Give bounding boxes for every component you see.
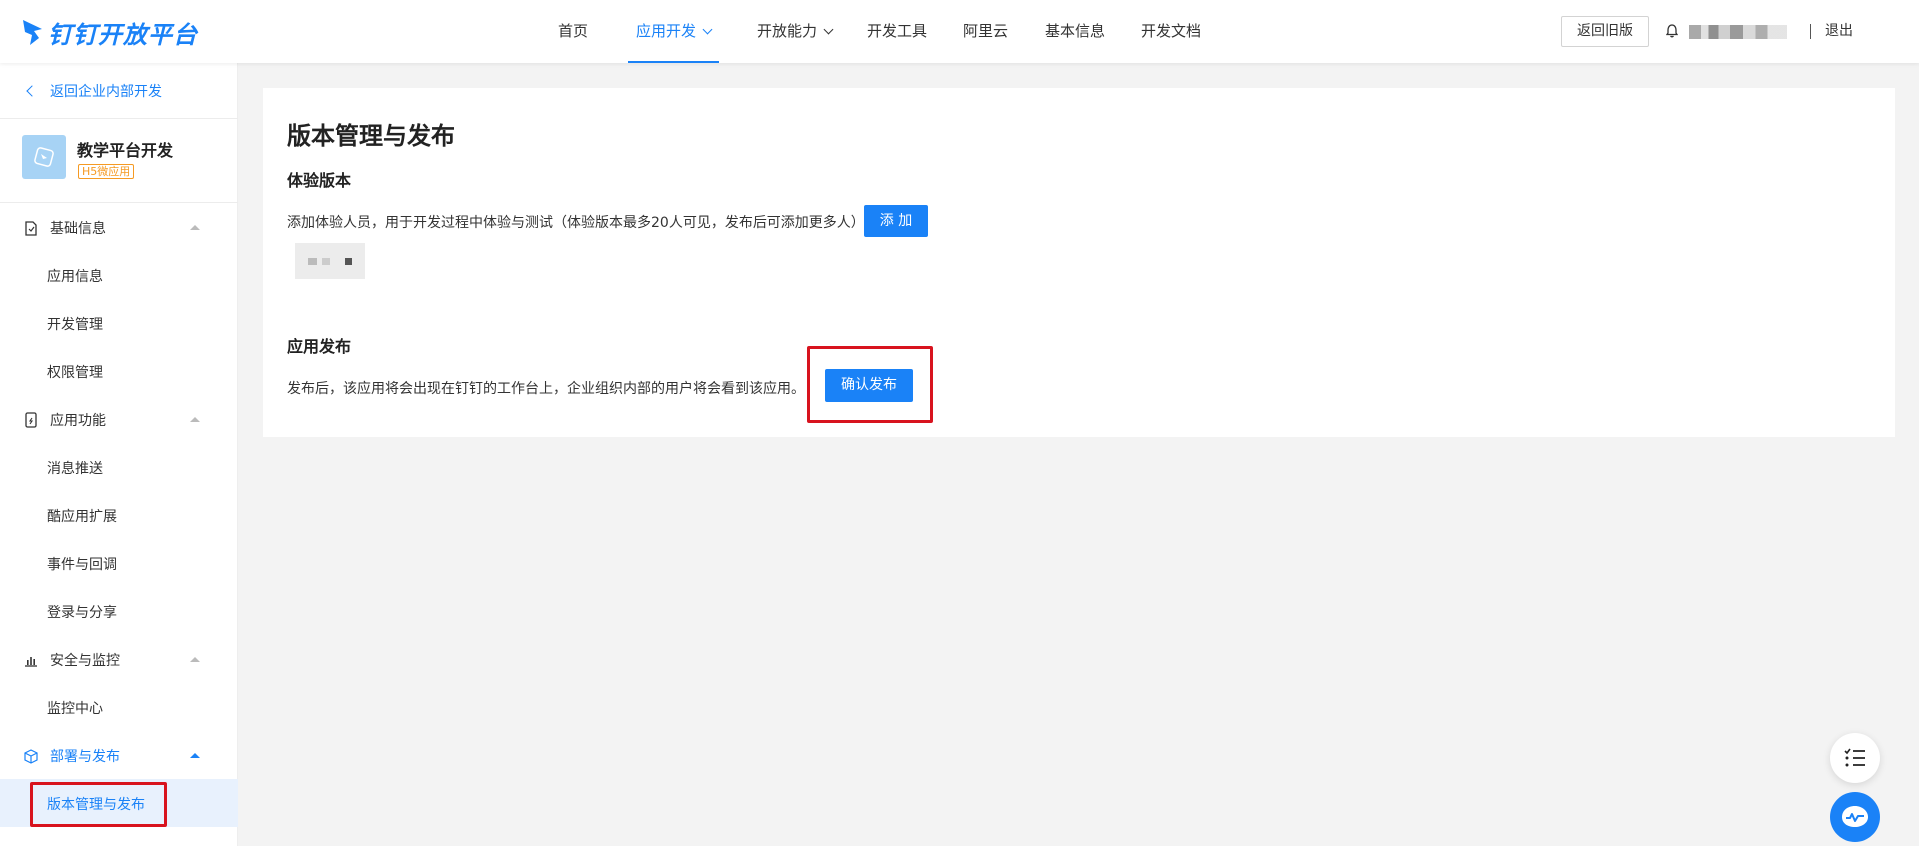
chevron-down-icon [823,24,834,35]
caret-up-icon [190,417,200,422]
sidebar-item-events-callbacks[interactable]: 事件与回调 [47,554,117,574]
caret-up-icon [190,657,200,662]
cube-icon [24,748,38,764]
sidebar-item-monitoring-center[interactable]: 监控中心 [47,698,103,718]
trial-version-description: 添加体验人员，用于开发过程中体验与测试（体验版本最多20人可见，发布后可添加更多… [287,215,865,231]
caret-up-icon [190,225,200,230]
bell-icon[interactable] [1665,23,1679,42]
divider [0,118,238,119]
sidebar-item-message-push[interactable]: 消息推送 [47,458,103,478]
sidebar-item-cool-app-extension[interactable]: 酷应用扩展 [47,506,117,526]
nav-dev-tools[interactable]: 开发工具 [867,0,927,63]
nav-aliyun[interactable]: 阿里云 [963,0,1008,63]
sidebar-item-dev-management[interactable]: 开发管理 [47,314,103,334]
page-title: 版本管理与发布 [287,122,455,150]
add-tester-button[interactable]: 添 加 [864,205,928,237]
app-type-badge: H5微应用 [78,164,135,179]
chevron-down-icon [702,24,713,35]
app-avatar [22,135,66,179]
nav-app-dev[interactable]: 应用开发 [627,0,720,63]
app-publish-heading: 应用发布 [287,337,352,356]
nav-home[interactable]: 首页 [558,0,588,63]
document-icon [25,220,37,236]
assistant-chat-button[interactable] [1830,792,1880,842]
sidebar-section-security-monitoring[interactable]: 安全与监控 [24,650,204,670]
back-to-old-version-button[interactable]: 返回旧版 [1561,16,1649,47]
nav-open-capability[interactable]: 开放能力 [757,0,834,63]
phone-icon [25,412,37,428]
list-menu-button[interactable] [1830,733,1880,783]
app-name: 教学平台开发 [77,141,174,160]
sidebar-section-deploy-publish[interactable]: 部署与发布 [24,746,204,766]
sidebar: 返回企业内部开发 教学平台开发 H5微应用 基础信息 应用信息 开发管理 权限管… [0,63,238,846]
trial-version-heading: 体验版本 [287,171,352,190]
tester-avatar-blurred[interactable] [295,243,365,279]
sidebar-section-app-features[interactable]: 应用功能 [24,410,204,430]
sidebar-item-permission-management[interactable]: 权限管理 [47,362,103,382]
app-publish-description: 发布后，该应用将会出现在钉钉的工作台上，企业组织内部的用户将会看到该应用。 [287,381,805,397]
nav-dev-docs[interactable]: 开发文档 [1141,0,1201,63]
nav-basic-info[interactable]: 基本信息 [1045,0,1105,63]
chat-bot-icon [1842,806,1868,827]
top-header: 钉钉开放平台 首页 应用开发 开放能力 开发工具 阿里云 基本信息 开发文档 返… [0,0,1919,63]
sidebar-item-app-info[interactable]: 应用信息 [47,266,103,286]
logout-link[interactable]: 退出 [1825,0,1853,63]
user-name-blurred[interactable] [1689,25,1787,39]
caret-up-icon [190,753,200,758]
sidebar-section-basic-info[interactable]: 基础信息 [24,218,204,238]
chevron-left-icon [26,85,38,97]
bar-chart-icon [25,657,37,667]
divider [1810,24,1811,39]
back-to-internal-dev-link[interactable]: 返回企业内部开发 [26,81,162,101]
list-icon [1844,748,1865,767]
highlight-box [807,346,933,423]
highlight-box [30,782,167,827]
divider [0,202,238,203]
sidebar-item-login-share[interactable]: 登录与分享 [47,602,117,622]
